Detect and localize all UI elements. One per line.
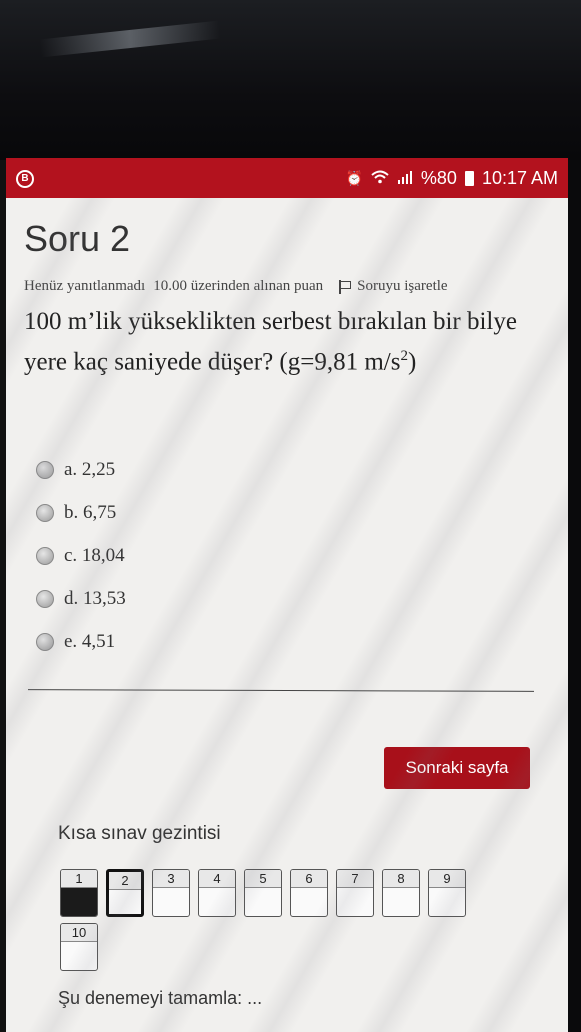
quiz-nav-number: 6 <box>291 870 327 888</box>
quiz-navigation-title: Kısa sınav gezintisi <box>58 823 221 844</box>
bixby-icon: B <box>16 169 34 188</box>
quiz-nav-number: 3 <box>153 870 189 888</box>
quiz-nav-button-6[interactable]: 6 <box>290 869 328 917</box>
radio-button[interactable] <box>36 460 54 479</box>
quiz-page: Soru 2 Henüz yanıtlanmadı 10.00 üzerinde… <box>6 198 568 1032</box>
radio-button[interactable] <box>36 632 54 651</box>
battery-icon <box>464 170 474 186</box>
answer-label: d. 13,53 <box>64 587 126 609</box>
radio-button[interactable] <box>36 589 54 608</box>
quiz-nav-button-10[interactable]: 10 <box>60 923 98 971</box>
quiz-nav-number: 2 <box>109 872 141 890</box>
question-text: 100 m’lik yükseklikten serbest bırakılan… <box>24 304 544 379</box>
quiz-navigation-row: 1 2 3 4 5 6 7 8 9 <box>60 869 500 917</box>
signal-icon <box>397 170 413 187</box>
flag-label: Soruyu işaretle <box>357 278 448 294</box>
flag-question-link[interactable]: Soruyu işaretle <box>331 278 448 295</box>
status-right: ⏰ %80 10:17 AM <box>345 168 558 189</box>
quiz-nav-button-9[interactable]: 9 <box>428 869 466 917</box>
quiz-nav-button-4[interactable]: 4 <box>198 869 236 917</box>
answer-option-e[interactable]: e. 4,51 <box>36 620 126 663</box>
quiz-nav-button-1[interactable]: 1 <box>60 869 98 917</box>
flag-icon <box>339 279 352 294</box>
answer-label: c. 18,04 <box>64 544 125 566</box>
question-text-end: ) <box>407 348 417 376</box>
radio-button[interactable] <box>36 546 54 565</box>
question-text-body: 100 m’lik yükseklikten serbest bırakılan… <box>24 308 517 376</box>
quiz-nav-number: 10 <box>61 924 97 942</box>
quiz-nav-button-7[interactable]: 7 <box>336 869 374 917</box>
quiz-navigation-row: 10 <box>60 923 500 971</box>
radio-button[interactable] <box>36 503 54 522</box>
status-bar: B ⏰ %80 10:17 AM <box>6 158 568 198</box>
answer-label: b. 6,75 <box>64 501 117 523</box>
finish-attempt-link[interactable]: Şu denemeyi tamamla: ... <box>58 988 262 1009</box>
answer-label: a. 2,25 <box>64 458 116 480</box>
divider <box>27 689 535 692</box>
quiz-nav-button-5[interactable]: 5 <box>244 869 282 917</box>
quiz-nav-number: 7 <box>337 870 373 888</box>
quiz-nav-button-3[interactable]: 3 <box>152 869 190 917</box>
status-left: B <box>16 168 34 188</box>
answer-option-b[interactable]: b. 6,75 <box>36 491 126 534</box>
quiz-navigation: 1 2 3 4 5 6 7 8 9 10 <box>60 869 500 977</box>
question-state: Henüz yanıtlanmadı <box>24 278 146 294</box>
answer-label: e. 4,51 <box>64 630 116 652</box>
quiz-nav-number: 1 <box>61 870 97 888</box>
clock: 10:17 AM <box>481 167 558 188</box>
wifi-icon <box>371 170 389 187</box>
next-page-button[interactable]: Sonraki sayfa <box>384 747 530 789</box>
phone-bezel-right <box>567 160 581 1032</box>
answer-option-d[interactable]: d. 13,53 <box>36 577 126 620</box>
answer-list: a. 2,25 b. 6,75 c. 18,04 d. 13,53 e. 4,5… <box>36 448 126 663</box>
answer-option-a[interactable]: a. 2,25 <box>36 448 126 491</box>
question-title: Soru 2 <box>24 218 131 259</box>
answered-indicator <box>61 888 97 916</box>
quiz-nav-number: 5 <box>245 870 281 888</box>
quiz-nav-button-8[interactable]: 8 <box>382 869 420 917</box>
phone-bezel-top <box>0 0 581 160</box>
quiz-nav-number: 4 <box>199 870 235 888</box>
quiz-nav-number: 8 <box>383 870 419 888</box>
question-info: Henüz yanıtlanmadı 10.00 üzerinden alına… <box>24 278 448 295</box>
alarm-icon: ⏰ <box>345 169 363 186</box>
answer-option-c[interactable]: c. 18,04 <box>36 534 126 577</box>
quiz-nav-number: 9 <box>429 870 465 888</box>
question-points: 10.00 üzerinden alınan puan <box>153 278 324 294</box>
question-text-superscript: 2 <box>400 348 408 364</box>
quiz-nav-button-2[interactable]: 2 <box>106 869 144 917</box>
battery-percent: %80 <box>420 167 457 188</box>
